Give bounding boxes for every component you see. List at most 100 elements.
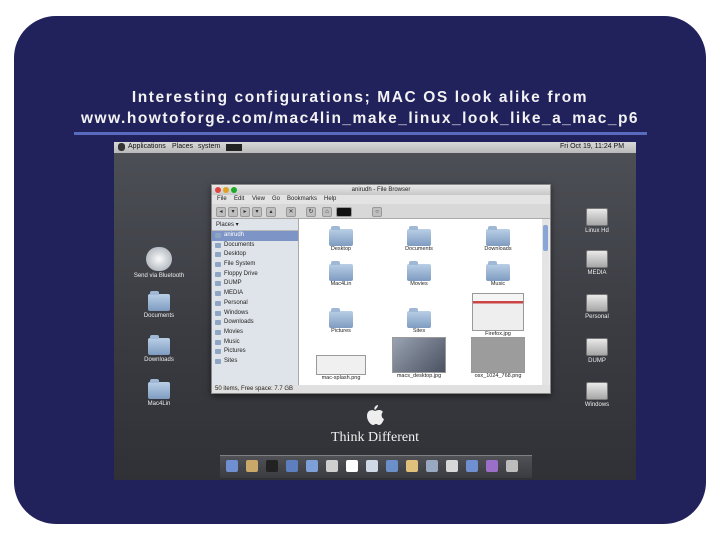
top-menu-bar: Applications Places system Fri Oct 19, 1… (114, 142, 636, 153)
file-item[interactable]: Desktop (313, 226, 369, 252)
up-button[interactable]: ▴ (266, 207, 276, 217)
sidebar-item-personal[interactable]: Personal (212, 299, 298, 309)
places-dropdown[interactable]: Places ▾ (212, 219, 298, 231)
file-view: Desktop Documents Downloads Mac4Lin Movi… (299, 219, 542, 385)
dock-app-icon[interactable] (486, 460, 498, 472)
folder-icon (407, 308, 431, 328)
reload-button[interactable]: ↻ (306, 207, 316, 217)
window-titlebar[interactable]: anirudh - File Browser (212, 185, 550, 195)
menu-system[interactable]: system (198, 143, 220, 150)
desktop-item-downloads[interactable]: Downloads (129, 335, 189, 363)
desktop-drive-windows[interactable]: Windows (567, 382, 627, 408)
apple-menu-icon[interactable] (118, 143, 125, 151)
menu-places[interactable]: Places (172, 143, 193, 150)
file-item[interactable]: Pictures (313, 308, 369, 334)
status-bar: 50 items, Free space: 7.7 GB (212, 385, 550, 393)
back-button[interactable]: ◂ (216, 207, 226, 217)
places-sidebar: Places ▾ anirudh Documents Desktop File … (212, 219, 299, 385)
toolbar: ◂ ▾ ▸ ▾ ▴ ✕ ↻ ⌂ ○ (212, 204, 550, 219)
desktop-drive-dump[interactable]: DUMP (567, 338, 627, 364)
sidebar-item-floppy[interactable]: Floppy Drive (212, 270, 298, 280)
tray-icon[interactable] (226, 144, 242, 151)
search-button[interactable]: ○ (372, 207, 382, 217)
dock-app-icon[interactable] (446, 460, 458, 472)
file-item[interactable]: Documents (391, 226, 447, 252)
menu-help[interactable]: Help (324, 196, 336, 202)
menu-applications[interactable]: Applications (128, 143, 166, 150)
sidebar-item-filesystem[interactable]: File System (212, 260, 298, 270)
sidebar-item-media[interactable]: MEDIA (212, 289, 298, 299)
sidebar-item-movies[interactable]: Movies (212, 328, 298, 338)
file-item[interactable]: Sites (391, 308, 447, 334)
dock-app-icon[interactable] (326, 460, 338, 472)
title-divider (74, 132, 647, 135)
dock-app-icon[interactable] (506, 460, 518, 472)
file-item[interactable]: Downloads (470, 226, 526, 252)
file-item[interactable]: mac-splash.png (313, 355, 369, 381)
file-browser-window: anirudh - File Browser File Edit View Go… (211, 184, 551, 394)
folder-icon (148, 335, 170, 355)
desktop-drive-media[interactable]: MEDIA (567, 250, 627, 276)
menu-go[interactable]: Go (272, 196, 280, 202)
drive-icon (586, 208, 608, 226)
desktop-item-mac4lin[interactable]: Mac4Lin (129, 379, 189, 407)
image-thumbnail (392, 337, 446, 373)
dock-app-icon[interactable] (266, 460, 278, 472)
sidebar-item-music[interactable]: Music (212, 338, 298, 348)
vertical-scrollbar[interactable] (542, 219, 549, 385)
zoom-window-button[interactable] (231, 187, 237, 193)
dock-app-icon[interactable] (346, 460, 358, 472)
folder-icon (148, 379, 170, 399)
desktop-item-bluetooth[interactable]: Send via Bluetooth (129, 247, 189, 279)
folder-icon (407, 226, 431, 246)
stop-button[interactable]: ✕ (286, 207, 296, 217)
file-item[interactable]: Firefox.jpg (470, 293, 526, 337)
dock (220, 455, 532, 478)
slide-title-line2: www.howtoforge.com/mac4lin_make_linux_lo… (80, 110, 640, 127)
folder-icon (407, 261, 431, 281)
desktop-item-documents[interactable]: Documents (129, 291, 189, 319)
dock-app-icon[interactable] (246, 460, 258, 472)
sidebar-item-desktop[interactable]: Desktop (212, 250, 298, 260)
file-item[interactable]: macs_desktop.jpg (391, 337, 447, 379)
desktop-drive-linux[interactable]: Linux Hd (567, 208, 627, 234)
forward-dropdown-button[interactable]: ▾ (252, 207, 262, 217)
home-button[interactable]: ⌂ (322, 207, 332, 217)
sidebar-item-home[interactable]: anirudh (212, 231, 298, 241)
folder-icon (148, 291, 170, 311)
scrollbar-thumb[interactable] (543, 225, 548, 251)
image-thumbnail (471, 337, 525, 373)
close-window-button[interactable] (215, 187, 221, 193)
dock-app-icon[interactable] (466, 460, 478, 472)
desktop-drive-personal[interactable]: Personal (567, 294, 627, 320)
file-item[interactable]: osx_1024_768.png (470, 337, 526, 379)
dock-app-icon[interactable] (426, 460, 438, 472)
dock-app-icon[interactable] (366, 460, 378, 472)
menu-edit[interactable]: Edit (234, 196, 244, 202)
file-item[interactable]: Music (470, 261, 526, 287)
menu-view[interactable]: View (252, 196, 265, 202)
back-dropdown-button[interactable]: ▾ (228, 207, 238, 217)
dock-app-icon[interactable] (386, 460, 398, 472)
computer-button[interactable] (336, 207, 352, 217)
sidebar-item-windows[interactable]: Windows (212, 309, 298, 319)
sidebar-item-sites[interactable]: Sites (212, 357, 298, 367)
forward-button[interactable]: ▸ (240, 207, 250, 217)
dock-app-icon[interactable] (306, 460, 318, 472)
sidebar-item-pictures[interactable]: Pictures (212, 347, 298, 357)
image-thumbnail (316, 355, 366, 375)
minimize-window-button[interactable] (223, 187, 229, 193)
file-item[interactable]: Mac4Lin (313, 261, 369, 287)
menu-bookmarks[interactable]: Bookmarks (287, 196, 317, 202)
drive-icon (586, 294, 608, 312)
sidebar-item-dump[interactable]: DUMP (212, 279, 298, 289)
dock-app-icon[interactable] (226, 460, 238, 472)
sidebar-item-documents[interactable]: Documents (212, 241, 298, 251)
sidebar-item-downloads[interactable]: Downloads (212, 318, 298, 328)
menu-file[interactable]: File (217, 196, 227, 202)
folder-icon (329, 226, 353, 246)
dock-app-icon[interactable] (286, 460, 298, 472)
drive-icon (586, 382, 608, 400)
file-item[interactable]: Movies (391, 261, 447, 287)
dock-app-icon[interactable] (406, 460, 418, 472)
